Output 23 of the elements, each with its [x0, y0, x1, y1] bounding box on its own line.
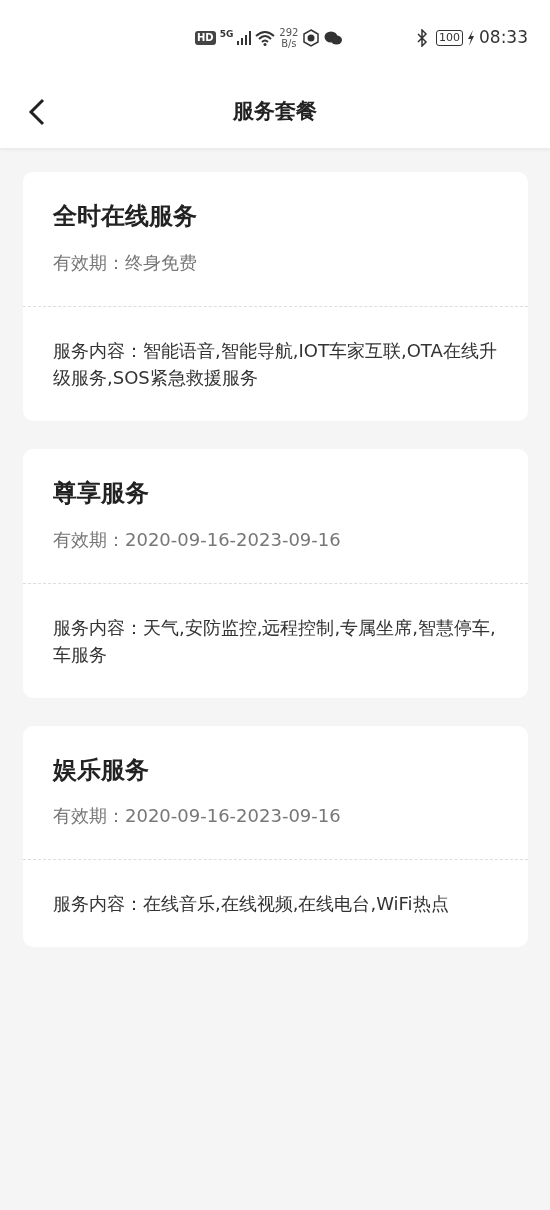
validity-text: 有效期：2020-09-16-2023-09-16 [53, 804, 342, 829]
service-content: 服务内容：在线音乐,在线视频,在线电台,WiFi热点 [52, 892, 450, 917]
signal-icon [237, 31, 252, 45]
package-name: 全时在线服务 [53, 202, 198, 231]
speed-value: 292 [279, 27, 299, 38]
network-type: 5G [219, 28, 234, 41]
validity-text: 有效期：2020-09-16-2023-09-16 [53, 527, 342, 552]
chat-bubbles-icon [324, 30, 343, 46]
back-icon[interactable] [28, 98, 46, 126]
charging-icon [467, 30, 475, 46]
validity-text: 有效期：终身免费 [53, 250, 198, 275]
hd-indicator: HD [195, 31, 216, 45]
package-name: 尊享服务 [53, 478, 150, 508]
service-content: 服务内容：智能语音,智能导航,IOT车家互联,OTA在线升级服务,SOS紧急救援服务 [52, 338, 498, 390]
service-content: 服务内容：天气,安防监控,远程控制,专属坐席,智慧停车,车服务 [52, 615, 497, 667]
speed-unit: B/s [280, 38, 298, 49]
hexagon-app-icon [302, 29, 321, 47]
bluetooth-icon [416, 29, 428, 47]
battery-level: 100 [436, 30, 463, 46]
package-name: 娱乐服务 [53, 755, 150, 785]
wifi-icon [255, 30, 276, 46]
clock-time: 08:33 [479, 26, 528, 50]
page-title: 服务套餐 [233, 99, 317, 125]
